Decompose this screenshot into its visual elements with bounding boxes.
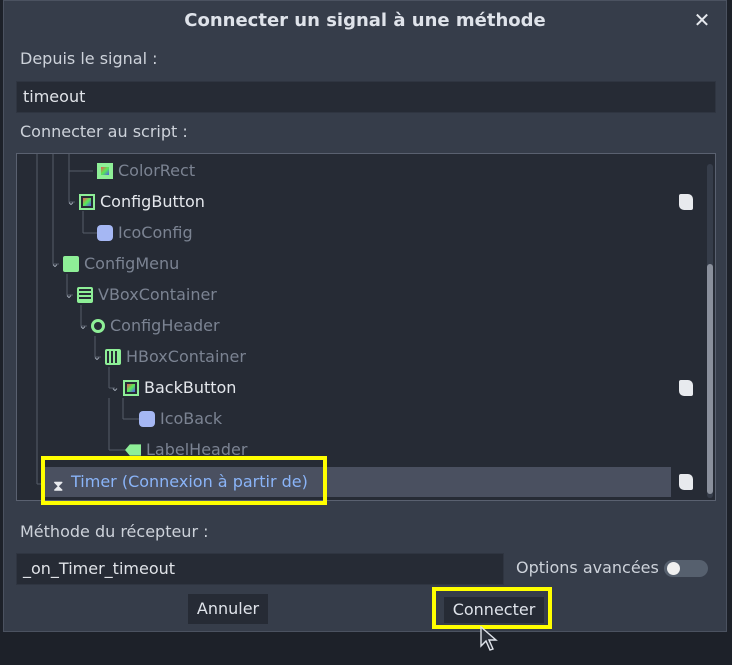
hbox-icon — [105, 349, 121, 365]
signal-field[interactable]: timeout — [16, 81, 716, 113]
control-icon — [63, 256, 79, 272]
tree-item-hboxcontainer[interactable]: ⌄ HBoxContainer — [91, 345, 246, 369]
highlight-timer-row — [41, 456, 327, 505]
tree-item-label: VBoxContainer — [98, 285, 217, 304]
close-icon[interactable]: ✕ — [688, 5, 716, 35]
tree-item-colorrect[interactable]: ColorRect — [95, 159, 195, 183]
tree-item-label: ConfigButton — [100, 192, 205, 211]
tree-item-label: BackButton — [144, 378, 237, 397]
node-tree[interactable]: ColorRect ⌄ ConfigButton IcoConfig ⌄ Con… — [16, 153, 716, 501]
toggle-knob — [667, 562, 680, 575]
texturebutton-icon — [123, 380, 139, 396]
chevron-down-icon[interactable]: ⌄ — [77, 314, 89, 338]
tree-item-label: HBoxContainer — [126, 347, 246, 366]
tree-item-backbutton[interactable]: ⌄ BackButton — [109, 376, 236, 400]
signal-label: Depuis le signal : — [20, 49, 158, 68]
tree-item-icoconfig[interactable]: IcoConfig — [95, 221, 193, 245]
sprite-icon — [97, 225, 113, 241]
tree-item-vboxcontainer[interactable]: ⌄ VBoxContainer — [63, 283, 217, 307]
tree-scrollbar[interactable] — [707, 164, 713, 498]
method-label: Méthode du récepteur : — [20, 522, 209, 541]
tree-item-label: ConfigHeader — [110, 316, 220, 335]
chevron-down-icon[interactable]: ⌄ — [91, 345, 103, 369]
vbox-icon — [77, 287, 93, 303]
tree-item-label: ColorRect — [118, 161, 196, 180]
connect-signal-dialog: Connecter un signal à une méthode ✕ Depu… — [3, 0, 727, 632]
chevron-down-icon[interactable]: ⌄ — [109, 376, 121, 400]
script-label: Connecter au script : — [20, 122, 188, 141]
chevron-down-icon[interactable]: ⌄ — [63, 283, 75, 307]
tree-item-configheader[interactable]: ⌄ ConfigHeader — [77, 314, 220, 338]
tree-item-label: IcoBack — [160, 409, 223, 428]
tree-item-label: IcoConfig — [118, 223, 193, 242]
tree-item-configmenu[interactable]: ⌄ ConfigMenu — [49, 252, 179, 276]
advanced-options-toggle[interactable] — [664, 560, 708, 577]
texturebutton-icon — [79, 194, 95, 210]
script-icon[interactable] — [679, 474, 693, 490]
tree-item-icoback[interactable]: IcoBack — [137, 407, 222, 431]
tree-item-configbutton[interactable]: ⌄ ConfigButton — [65, 190, 205, 214]
highlight-connect-button — [432, 587, 552, 629]
cancel-button[interactable]: Annuler — [188, 594, 268, 624]
script-icon[interactable] — [679, 380, 693, 396]
colorrect-icon — [97, 163, 113, 179]
method-input[interactable]: _on_Timer_timeout — [16, 553, 504, 585]
mouse-cursor-icon — [480, 626, 498, 651]
tree-item-label: ConfigMenu — [84, 254, 180, 273]
sprite-icon — [139, 411, 155, 427]
advanced-options-label: Options avancées — [516, 558, 659, 577]
dialog-title: Connecter un signal à une méthode — [184, 10, 546, 31]
chevron-down-icon[interactable]: ⌄ — [65, 190, 77, 214]
script-icon[interactable] — [679, 194, 693, 210]
chevron-down-icon[interactable]: ⌄ — [49, 252, 61, 276]
margin-icon — [91, 319, 105, 333]
tree-scrollbar-thumb[interactable] — [707, 264, 713, 494]
